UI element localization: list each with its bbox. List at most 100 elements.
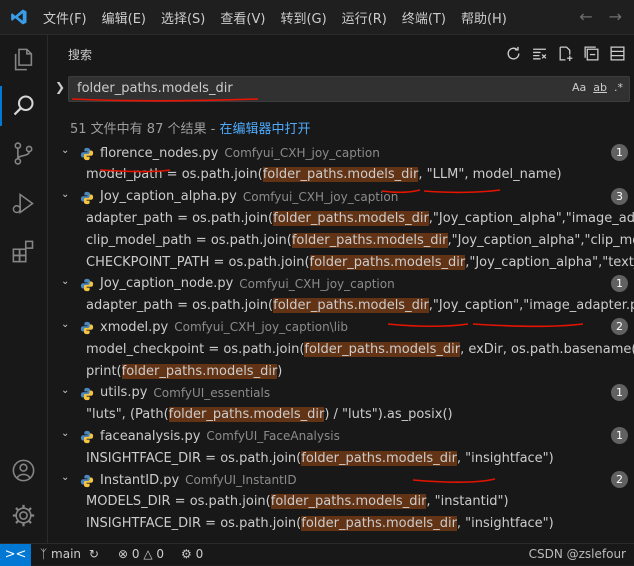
file-name: florence_nodes.py (100, 145, 219, 161)
match-text-segment: , "LLM", model_name) (418, 167, 562, 183)
settings-gear-icon[interactable] (10, 502, 37, 529)
match-text-segment: "luts", (Path( (86, 407, 169, 423)
collapse-all-icon[interactable] (583, 45, 600, 62)
refresh-icon[interactable] (505, 45, 522, 62)
python-file-icon (80, 190, 94, 204)
file-label: xmodel.py Comfyui_CXH_joy_caption\lib (100, 316, 348, 338)
search-input-box[interactable]: Aa ab .* (68, 76, 630, 102)
match-result-row[interactable]: clip_model_path = os.path.join(folder_pa… (48, 229, 634, 251)
match-highlight: folder_paths.models_dir (301, 516, 457, 532)
result-summary: 51 文件中有 87 个结果 - 在编辑器中打开 (70, 118, 310, 137)
match-line-text: MODELS_DIR = os.path.join(folder_paths.m… (86, 494, 509, 510)
chevron-down-icon[interactable]: ⌄ (61, 319, 69, 330)
match-line-text: "luts", (Path(folder_paths.models_dir) /… (86, 407, 453, 423)
file-result-row[interactable]: ⌄ florence_nodes.py Comfyui_CXH_joy_captio… (48, 142, 634, 164)
match-line-text: model_path = os.path.join(folder_paths.m… (86, 167, 562, 183)
match-text-segment: model_path = os.path.join( (86, 167, 263, 183)
file-result-row[interactable]: ⌄ Joy_caption_node.py Comfyui_CXH_joy_capt… (48, 273, 634, 295)
active-indicator (0, 86, 2, 126)
clear-results-icon[interactable] (531, 45, 548, 62)
chevron-down-icon[interactable]: ⌄ (61, 145, 69, 156)
explorer-icon[interactable] (10, 46, 37, 73)
file-result-row[interactable]: ⌄ xmodel.py Comfyui_CXH_joy_caption\lib 2 (48, 316, 634, 338)
warning-icon: △ (143, 547, 153, 561)
python-file-icon (80, 146, 94, 161)
source-control-icon[interactable] (10, 140, 37, 167)
match-result-row[interactable]: adapter_path = os.path.join(folder_paths… (48, 207, 634, 229)
match-case-toggle[interactable]: Aa (572, 81, 586, 94)
search-options: Aa ab .* (572, 81, 623, 94)
match-highlight: folder_paths.models_dir (273, 298, 429, 314)
match-text-segment: adapter_path = os.path.join( (86, 210, 274, 226)
new-search-editor-icon[interactable] (557, 45, 574, 62)
match-count-badge: 1 (611, 274, 628, 292)
match-result-row[interactable]: INSIGHTFACE_DIR = os.path.join(folder_pa… (48, 447, 634, 469)
forward-arrow-icon[interactable]: → (609, 7, 622, 26)
match-result-row[interactable]: INSIGHTFACE_DIR = os.path.join(folder_pa… (48, 513, 634, 535)
back-arrow-icon[interactable]: ← (579, 7, 592, 26)
menu-file[interactable]: 文件(F) (43, 8, 87, 27)
sync-icon[interactable]: ↻ (89, 547, 99, 561)
match-result-row[interactable]: "luts", (Path(folder_paths.models_dir) /… (48, 404, 634, 426)
menu-help[interactable]: 帮助(H) (461, 8, 507, 27)
menu-go[interactable]: 转到(G) (280, 8, 326, 27)
menu-edit[interactable]: 编辑(E) (102, 8, 146, 27)
search-sidebar: 搜索 ❯ Aa ab .* 51 文件中有 87 个结果 - 在编辑器中打开 ⌄… (48, 35, 634, 543)
match-result-row[interactable]: adapter_path = os.path.join(folder_paths… (48, 295, 634, 317)
menu-run[interactable]: 运行(R) (342, 8, 387, 27)
file-name: xmodel.py (100, 319, 169, 335)
open-in-editor-link[interactable]: 在编辑器中打开 (219, 122, 310, 137)
match-line-text: adapter_path = os.path.join(folder_paths… (86, 298, 634, 314)
search-input[interactable] (75, 80, 539, 97)
ports-icon: ⚙ (181, 547, 192, 561)
match-text-segment: ,"Joy_caption_alpha","clip_model.pt") (447, 232, 634, 248)
use-regex-toggle[interactable]: .* (614, 81, 623, 94)
match-highlight: folder_paths.models_dir (262, 167, 419, 183)
file-result-row[interactable]: ⌄ Joy_caption_alpha.py Comfyui_CXH_joy_cap… (48, 186, 634, 208)
toggle-replace-chevron-icon[interactable]: ❯ (55, 80, 65, 94)
extensions-icon[interactable] (10, 238, 37, 265)
menu-view[interactable]: 查看(V) (220, 8, 265, 27)
match-result-row[interactable]: model_checkpoint = os.path.join(folder_p… (48, 338, 634, 360)
match-result-row[interactable]: MODELS_DIR = os.path.join(folder_paths.m… (48, 491, 634, 513)
chevron-down-icon[interactable]: ⌄ (61, 428, 69, 439)
match-text-segment: ) (277, 363, 283, 379)
accounts-icon[interactable] (10, 457, 37, 484)
match-line-text: CHECKPOINT_PATH = os.path.join(folder_pa… (86, 254, 634, 270)
match-whole-word-toggle[interactable]: ab (593, 81, 607, 94)
sidebar-actions (505, 45, 626, 62)
remote-indicator-icon[interactable]: >< (0, 544, 31, 566)
file-label: florence_nodes.py Comfyui_CXH_joy_caption (100, 142, 380, 164)
file-path: Comfyui_CXH_joy_caption (242, 189, 399, 204)
file-result-row[interactable]: ⌄ utils.py ComfyUI_essentials 1 (48, 382, 634, 404)
match-highlight: folder_paths.models_dir (309, 254, 466, 270)
match-highlight: folder_paths.models_dir (301, 450, 457, 466)
file-name: Joy_caption_alpha.py (100, 189, 237, 205)
file-result-row[interactable]: ⌄ InstantID.py ComfyUI_InstantID 2 (48, 469, 634, 491)
result-count: 51 文件中有 87 个结果 - (70, 122, 220, 137)
problems-status[interactable]: ⊗ 0 △ 0 (118, 547, 164, 561)
match-result-row[interactable]: model_path = os.path.join(folder_paths.m… (48, 164, 634, 186)
match-result-row[interactable]: CHECKPOINT_PATH = os.path.join(folder_pa… (48, 251, 634, 273)
match-count-badge: 2 (611, 471, 628, 488)
search-icon[interactable] (10, 92, 37, 119)
match-text-segment: ,"Joy_caption_alpha","text_model") (465, 254, 634, 270)
branch-status[interactable]: ᛉ main ↻ (40, 547, 99, 561)
chevron-down-icon[interactable]: ⌄ (61, 189, 69, 200)
match-text-segment: model_checkpoint = os.path.join( (86, 341, 305, 357)
chevron-down-icon[interactable]: ⌄ (61, 276, 69, 287)
file-path: ComfyUI_essentials (153, 385, 271, 400)
menu-selection[interactable]: 选择(S) (161, 8, 205, 27)
menu-terminal[interactable]: 终端(T) (402, 8, 446, 27)
file-result-row[interactable]: ⌄ faceanalysis.py ComfyUI_FaceAnalysis 1 (48, 425, 634, 447)
match-highlight: folder_paths.models_dir (121, 363, 278, 379)
chevron-down-icon[interactable]: ⌄ (61, 472, 69, 483)
match-text-segment: , "instantid") (426, 494, 509, 510)
title-bar: 文件(F) 编辑(E) 选择(S) 查看(V) 转到(G) 运行(R) 终端(T… (0, 0, 634, 35)
match-result-row[interactable]: print(folder_paths.models_dir) (48, 360, 634, 382)
run-debug-icon[interactable] (10, 190, 37, 217)
chevron-down-icon[interactable]: ⌄ (61, 385, 69, 396)
ports-status[interactable]: ⚙ 0 (181, 547, 203, 561)
view-as-tree-icon[interactable] (609, 45, 626, 62)
file-label: utils.py ComfyUI_essentials (100, 382, 270, 404)
